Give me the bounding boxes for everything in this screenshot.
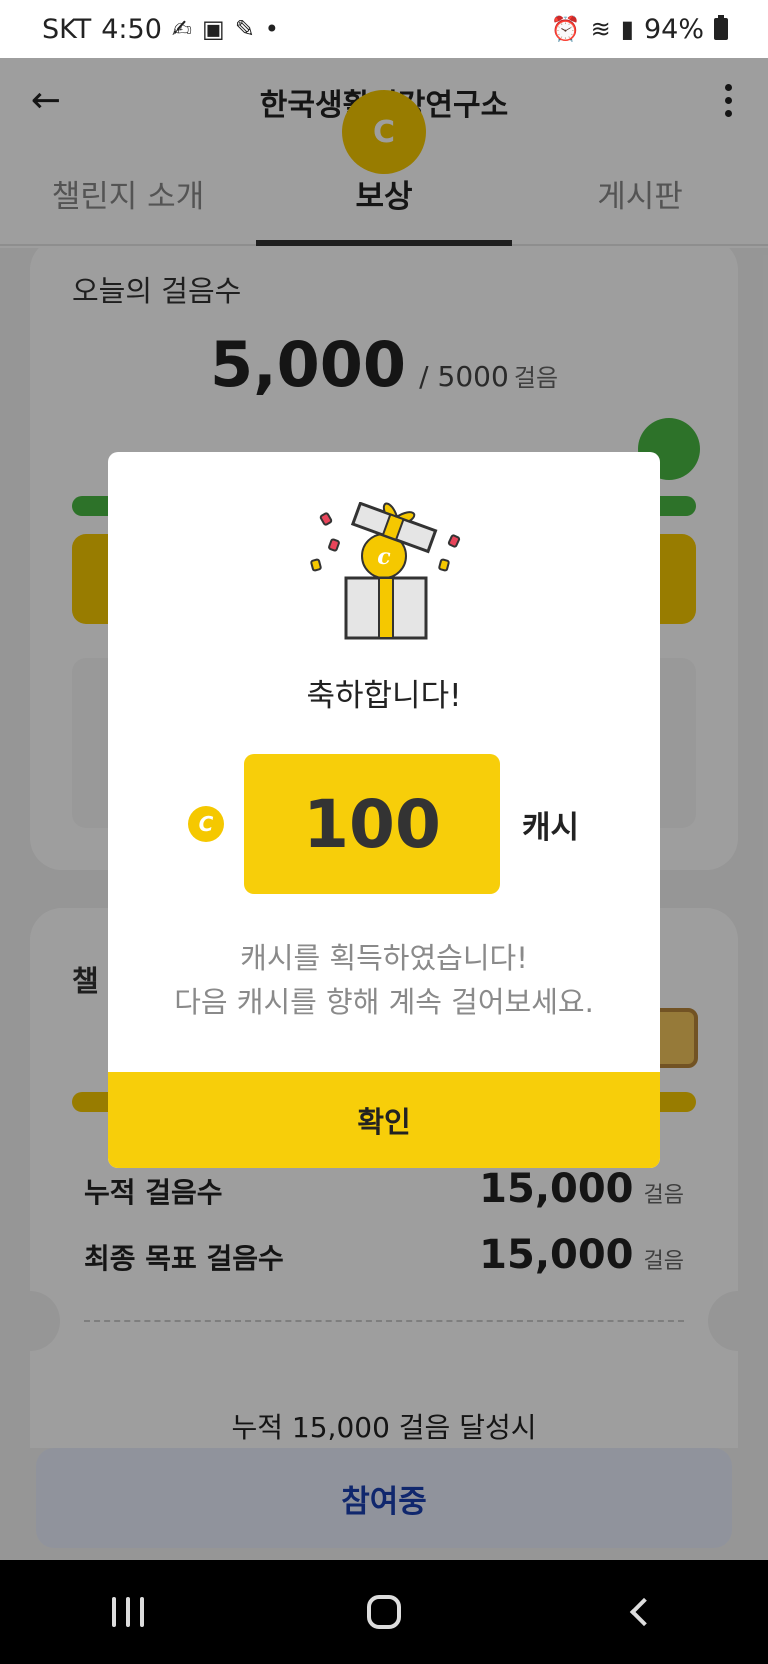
system-back-button[interactable] — [580, 1572, 700, 1652]
battery-percent: 94% — [643, 13, 704, 45]
dialog-message: 캐시를 획득하였습니다! 다음 캐시를 향해 계속 걸어보세요. — [108, 936, 660, 1024]
status-bar: SKT 4:50 ✍ ▣ ✎ • ⏰ ≋ ▮ 94% — [0, 0, 768, 58]
system-nav-bar — [0, 1560, 768, 1664]
svg-text:c: c — [377, 544, 391, 570]
dot-icon: • — [264, 15, 279, 43]
coin-icon-glyph: C — [198, 812, 214, 836]
dialog-title: 축하합니다! — [306, 678, 462, 714]
reward-dialog: c 축하합니다! C 100 캐시 캐시를 획득하였습니다! 다음 캐시를 향해… — [108, 452, 660, 1168]
recent-apps-button[interactable] — [68, 1572, 188, 1652]
back-icon — [629, 1597, 659, 1627]
signal-icon: ▮ — [620, 15, 634, 43]
carrier-label: SKT — [42, 13, 92, 45]
confirm-button[interactable]: 확인 — [108, 1072, 660, 1168]
home-icon — [367, 1595, 401, 1629]
dialog-message-line-1: 캐시를 획득하였습니다! — [240, 941, 528, 975]
home-button[interactable] — [324, 1572, 444, 1652]
battery-icon — [714, 15, 728, 40]
reward-amount-row: C 100 캐시 — [108, 754, 660, 894]
clock-time: 4:50 — [101, 13, 162, 45]
reward-amount: 100 — [244, 754, 500, 894]
gift-box-icon: c — [304, 501, 464, 642]
coin-app-icon: ✍ — [171, 15, 192, 43]
alarm-icon: ⏰ — [550, 15, 581, 43]
image-icon: ▣ — [202, 15, 225, 43]
wifi-icon: ≋ — [590, 15, 611, 43]
coin-icon: C — [188, 806, 224, 842]
reward-unit: 캐시 — [522, 810, 580, 846]
pen-app-icon: ✎ — [234, 15, 255, 43]
dialog-message-line-2: 다음 캐시를 향해 계속 걸어보세요. — [174, 985, 594, 1019]
recent-apps-icon — [112, 1597, 144, 1627]
